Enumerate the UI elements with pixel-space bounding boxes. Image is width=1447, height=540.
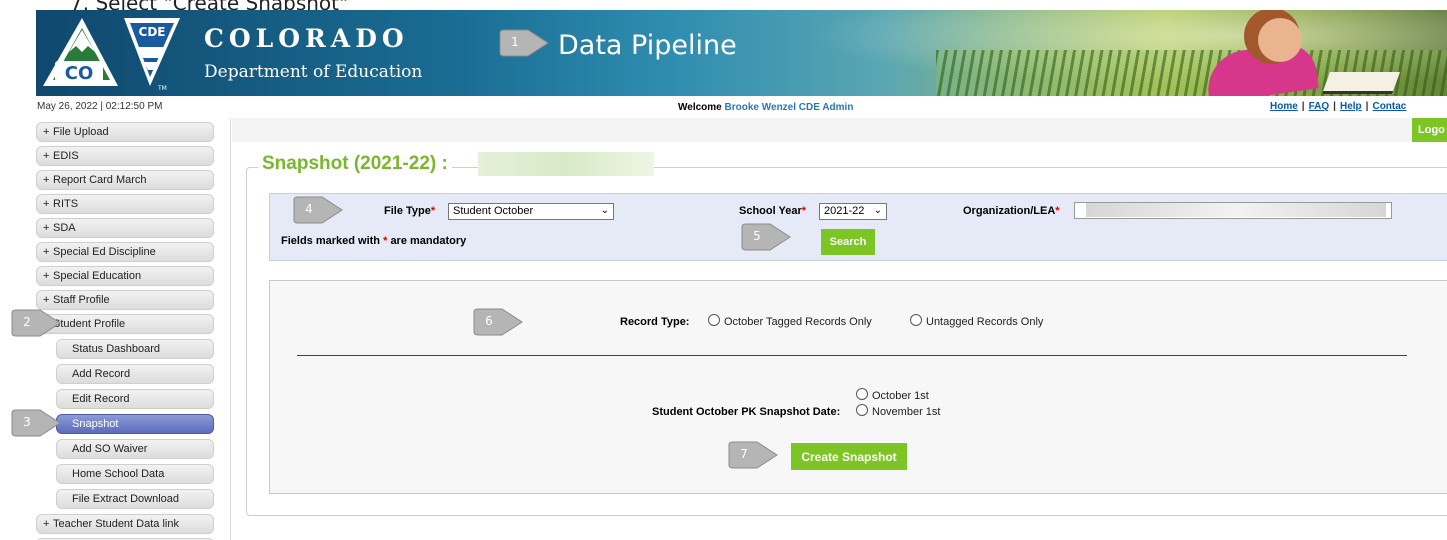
sidebar-item-label: Student Profile [53, 318, 126, 330]
welcome-text: Welcome Brooke Wenzel CDE Admin [678, 102, 853, 113]
expand-icon: + [43, 222, 50, 234]
expand-icon: + [43, 294, 50, 306]
sidebar-item-label: Teacher Student Data link [53, 518, 179, 530]
sidebar-subitem-status-dashboard[interactable]: Status Dashboard [56, 339, 214, 359]
file-type-label: File Type* [384, 205, 436, 217]
state-name: COLORADO [204, 24, 409, 53]
department-name: Department of Education [204, 62, 423, 82]
step-callout-7: 7 [727, 441, 779, 469]
step-callout-3: 3 [10, 409, 62, 437]
sidebar-item-file-upload[interactable]: + File Upload [36, 122, 214, 142]
organization-label: Organization/LEA* [963, 205, 1060, 217]
sidebar-item-label: File Upload [53, 126, 109, 138]
header-banner: CO CDE TM COLORADO Department of Educati… [36, 10, 1447, 96]
sidebar-item-special-ed-discipline[interactable]: + Special Ed Discipline [36, 242, 214, 262]
expand-icon: + [43, 150, 50, 162]
sidebar-subitem-add-record[interactable]: Add Record [56, 364, 214, 384]
school-year-label: School Year* [739, 205, 807, 217]
sidebar-item-label: Staff Profile [53, 294, 110, 306]
radio-untagged-label: Untagged Records Only [926, 316, 1044, 328]
cde-logo: CO CDE TM [40, 14, 190, 92]
step-callout-4: 4 [292, 196, 344, 224]
radio-november-1st-label: November 1st [872, 406, 941, 418]
svg-text:CDE: CDE [139, 25, 166, 39]
page-title: Snapshot (2021-22) : [258, 153, 452, 175]
radio-october-1st-label: October 1st [872, 390, 929, 402]
radio-untagged[interactable] [910, 314, 922, 326]
sidebar-item-student-profile[interactable]: -Student Profile [36, 314, 214, 334]
radio-november-1st[interactable] [856, 404, 868, 416]
sidebar-subitem-home-school-data[interactable]: Home School Data [56, 464, 214, 484]
chevron-down-icon: ⌄ [600, 205, 609, 216]
sidebar-item-label: Special Education [53, 270, 142, 282]
file-type-select[interactable]: Student October ⌄ [448, 203, 614, 220]
create-snapshot-button[interactable]: Create Snapshot [791, 443, 907, 470]
app-title: Data Pipeline [558, 30, 737, 61]
step-callout-2: 2 [10, 309, 62, 337]
welcome-label: Welcome [678, 102, 722, 113]
pk-snapshot-label: Student October PK Snapshot Date: [652, 406, 841, 418]
step-callout-1: 1 [498, 29, 550, 57]
sidebar-item-label: Special Ed Discipline [53, 246, 156, 258]
sidebar-item-label: Report Card March [53, 174, 147, 186]
home-link[interactable]: Home [1270, 101, 1298, 112]
sidebar-subitem-edit-record[interactable]: Edit Record [56, 389, 214, 409]
datetime: May 26, 2022 | 02:12:50 PM [37, 101, 163, 112]
sidebar-item-edis[interactable]: + EDIS [36, 146, 214, 166]
top-links: Home | FAQ | Help | Contac [1270, 101, 1406, 112]
sidebar-item-staff-profile[interactable]: + Staff Profile [36, 290, 214, 310]
sidebar-item-sda[interactable]: + SDA [36, 218, 214, 238]
expand-icon: + [43, 270, 50, 282]
sidebar-subitem-file-extract-download[interactable]: File Extract Download [56, 489, 214, 509]
banner-photo-head [1258, 18, 1302, 62]
sidebar-nav: + File Upload + EDIS + Report Card March + R… [36, 118, 231, 540]
sidebar-item-special-education[interactable]: + Special Education [36, 266, 214, 286]
mandatory-note: Fields marked with * are mandatory [281, 235, 467, 247]
banner-photo-book [1321, 72, 1401, 94]
divider [297, 355, 1407, 356]
expand-icon: + [43, 198, 50, 210]
sidebar-subitem-add-so-waiver[interactable]: Add SO Waiver [56, 439, 214, 459]
step-callout-6: 6 [472, 308, 524, 336]
sidebar-item-label: SDA [53, 222, 76, 234]
faq-link[interactable]: FAQ [1309, 101, 1330, 112]
expand-icon: + [43, 246, 50, 258]
record-type-label: Record Type: [620, 316, 690, 328]
expand-icon: + [43, 518, 50, 530]
link-separator: | [1365, 101, 1369, 112]
sidebar-item-rits[interactable]: + RITS [36, 194, 214, 214]
sidebar-subitem-snapshot[interactable]: Snapshot [56, 414, 214, 434]
welcome-user: Brooke Wenzel CDE Admin [724, 102, 854, 113]
svg-text:CO: CO [65, 63, 94, 84]
sidebar-item-report-card-march[interactable]: + Report Card March [36, 170, 214, 190]
link-separator: | [1333, 101, 1336, 112]
radio-october-tagged-label: October Tagged Records Only [724, 316, 872, 328]
expand-icon: + [43, 174, 50, 186]
help-link[interactable]: Help [1340, 101, 1362, 112]
redacted-org-name [478, 152, 654, 176]
contact-link[interactable]: Contac [1372, 101, 1406, 112]
sidebar-item-label: RITS [53, 198, 79, 210]
logout-button[interactable]: Logo [1412, 118, 1447, 142]
top-strip [232, 118, 1412, 142]
svg-text:TM: TM [157, 85, 167, 92]
redacted-organization [1086, 203, 1386, 217]
chevron-down-icon: ⌄ [873, 205, 882, 216]
school-year-select[interactable]: 2021-22 ⌄ [819, 203, 887, 220]
radio-october-1st[interactable] [856, 388, 868, 400]
radio-october-tagged[interactable] [708, 314, 720, 326]
search-button[interactable]: Search [821, 229, 875, 255]
expand-icon: + [43, 126, 50, 138]
sidebar-item-label: EDIS [53, 150, 79, 162]
sidebar-item-teacher-student-data-link[interactable]: + Teacher Student Data link [36, 514, 214, 534]
step-callout-5: 5 [740, 223, 792, 251]
link-separator: | [1301, 101, 1305, 112]
